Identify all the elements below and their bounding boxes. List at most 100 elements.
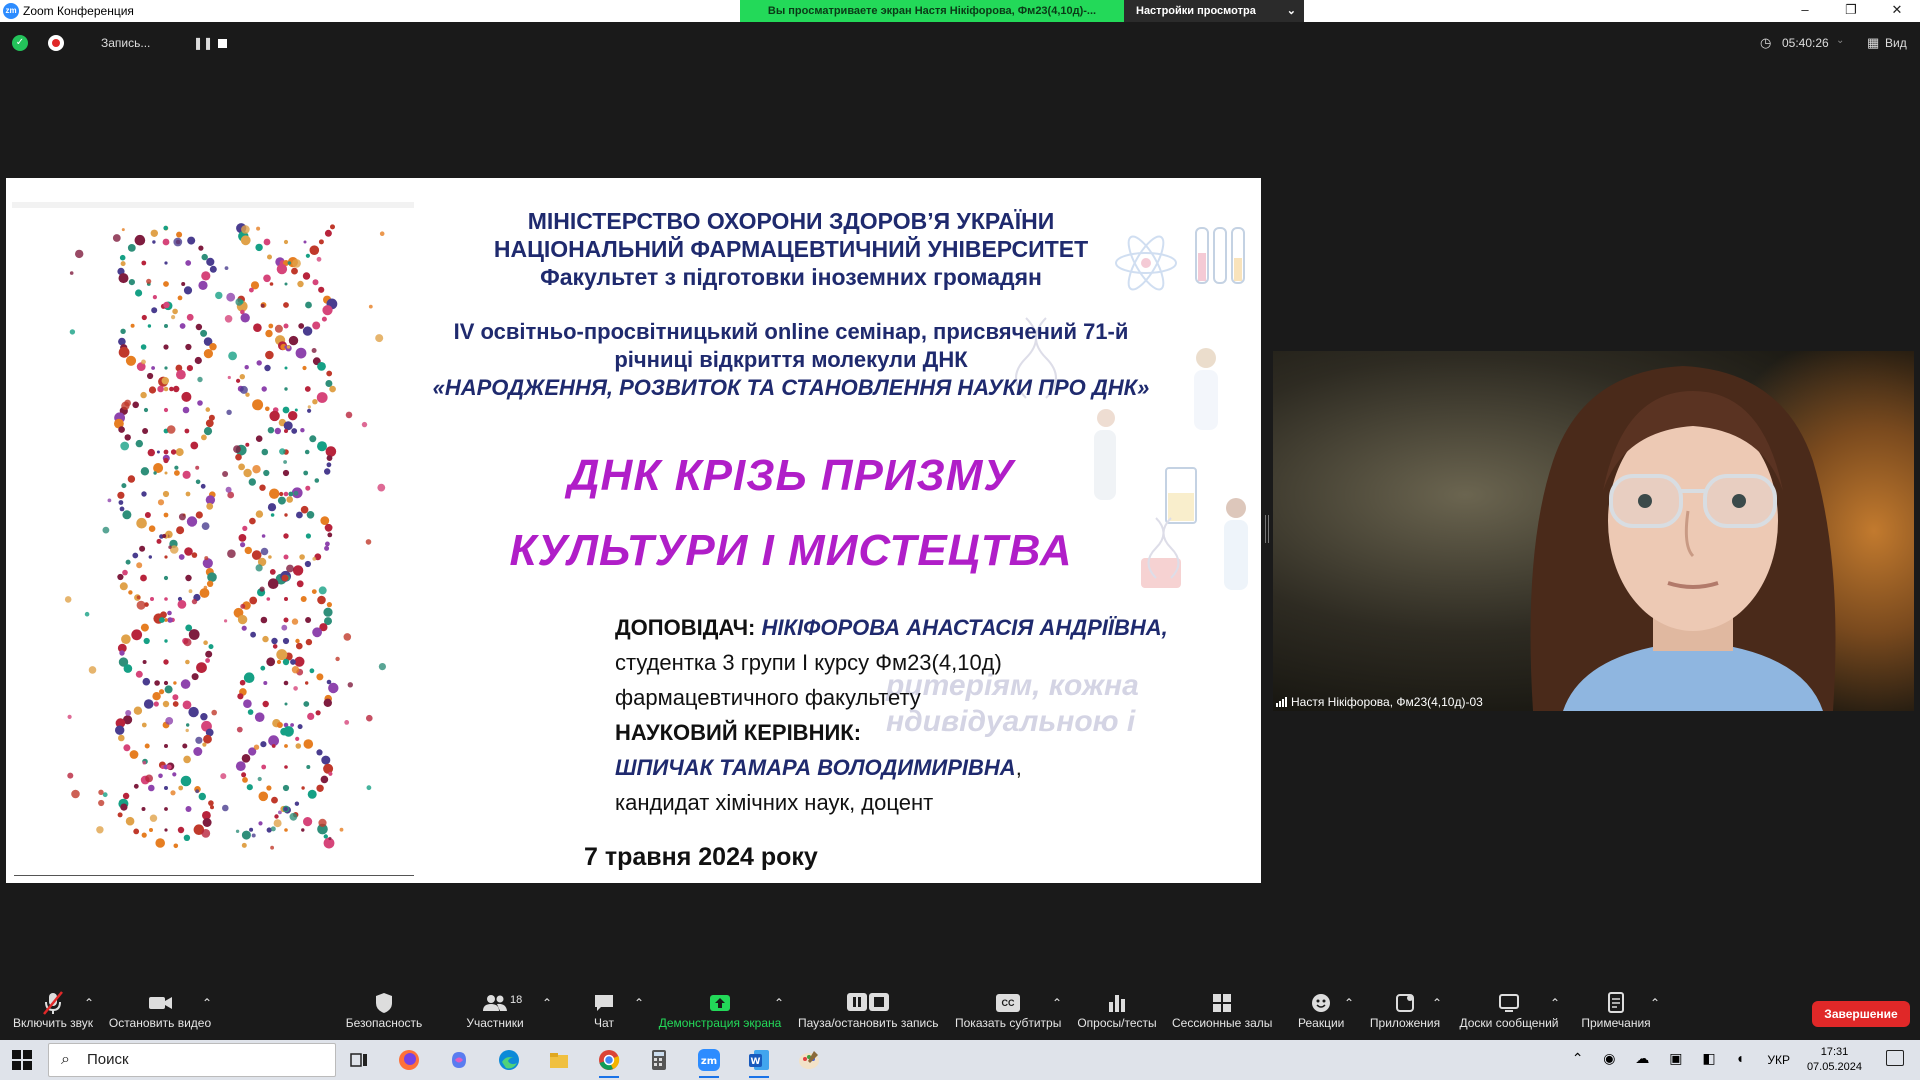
dna-dot — [276, 722, 283, 728]
dna-dot — [167, 617, 173, 623]
dna-dot — [222, 804, 229, 812]
chat-options-caret[interactable]: ⌃ — [634, 996, 644, 1010]
share-options-caret[interactable]: ⌃ — [774, 996, 784, 1010]
dna-dot — [178, 785, 184, 791]
video-options-caret[interactable]: ⌃ — [202, 996, 212, 1010]
dna-dot — [164, 807, 168, 811]
chat-button[interactable]: Чат — [586, 990, 622, 1030]
dna-dot — [163, 512, 169, 518]
dna-dot — [326, 602, 332, 608]
calculator-icon[interactable] — [646, 1047, 672, 1073]
dna-dot — [259, 586, 265, 592]
stop-recording-icon[interactable] — [218, 39, 227, 48]
windows-start-icon[interactable] — [12, 1050, 32, 1070]
reactions-button[interactable]: Реакции — [1298, 990, 1344, 1030]
dna-dot — [260, 616, 268, 624]
polls-chart-icon — [1109, 995, 1125, 1012]
dna-dot — [265, 406, 270, 412]
firefox-icon[interactable] — [396, 1047, 422, 1073]
audio-options-caret[interactable]: ⌃ — [84, 996, 94, 1010]
dna-dot — [172, 701, 179, 707]
dna-dot — [249, 827, 254, 832]
security-button[interactable]: Безопасность — [344, 990, 424, 1030]
taskbar-search-box[interactable]: ⌕ Поиск — [48, 1043, 336, 1077]
chat-bubble-icon — [595, 995, 613, 1011]
restore-button[interactable]: ❐ — [1828, 0, 1874, 22]
apps-options-caret[interactable]: ⌃ — [1432, 996, 1442, 1010]
dna-dot — [290, 723, 294, 727]
shield-check-icon[interactable]: ✓ — [12, 35, 28, 51]
dna-dot — [294, 801, 300, 806]
dna-dot — [271, 637, 278, 645]
dna-dot — [328, 682, 339, 694]
whiteboards-options-caret[interactable]: ⌃ — [1550, 996, 1560, 1010]
dna-dot — [305, 681, 309, 685]
dna-dot — [344, 720, 350, 725]
notifications-icon[interactable] — [1886, 1050, 1904, 1066]
whiteboards-button[interactable]: Доски сообщений — [1456, 990, 1562, 1030]
dna-dot — [185, 806, 192, 812]
pause-recording-icon[interactable]: ❚❚ — [193, 36, 213, 50]
dna-dot — [124, 434, 131, 441]
view-button[interactable]: Вид — [1885, 36, 1907, 50]
zoom-icon[interactable]: zm — [696, 1047, 722, 1078]
dna-dot — [136, 600, 146, 610]
minimize-button[interactable]: – — [1782, 0, 1828, 22]
end-meeting-button[interactable]: Завершение — [1812, 1001, 1910, 1027]
dna-dot — [307, 408, 312, 413]
chrome-icon[interactable] — [596, 1047, 622, 1078]
breakout-rooms-button[interactable]: Сессионные залы — [1172, 990, 1272, 1030]
paint-icon[interactable] — [796, 1047, 822, 1073]
dna-dot — [185, 728, 189, 733]
view-layout-icon[interactable]: ▦ — [1867, 35, 1879, 51]
supervisor-name: ШПИЧАК ТАМАРА ВОЛОДИМИРІВНА — [615, 755, 1016, 780]
share-screen-button[interactable]: Демонстрация экрана — [658, 990, 782, 1030]
dna-dot — [120, 441, 130, 451]
dna-dot — [84, 611, 90, 617]
apps-button[interactable]: Приложения — [1368, 990, 1442, 1030]
notes-button[interactable]: Примечания — [1578, 990, 1654, 1030]
dna-dot — [251, 833, 256, 838]
view-options-button[interactable]: Настройки просмотра ⌄ — [1124, 0, 1304, 22]
captions-label: Показать субтитры — [955, 1016, 1062, 1030]
dna-dot — [164, 639, 168, 643]
participant-video-tile[interactable]: Настя Нікіфорова, Фм23(4,10д)-03 — [1273, 351, 1914, 711]
supervisor-name-line: ШПИЧАК ТАМАРА ВОЛОДИМИРІВНА, — [615, 755, 1022, 781]
dna-dot — [323, 698, 332, 707]
pause-stop-recording-button[interactable]: Пауза/остановить запись — [798, 990, 938, 1030]
panel-splitter-handle[interactable] — [1265, 515, 1269, 543]
dna-dot — [260, 303, 265, 308]
dna-dot — [289, 812, 298, 821]
participants-options-caret[interactable]: ⌃ — [542, 996, 552, 1010]
dna-dot — [206, 502, 214, 510]
dna-dot — [190, 441, 199, 450]
recording-indicator-icon — [48, 35, 64, 51]
dna-dot — [215, 291, 223, 300]
reactions-options-caret[interactable]: ⌃ — [1344, 996, 1354, 1010]
dna-dot — [120, 803, 128, 811]
word-icon[interactable]: W — [746, 1047, 772, 1078]
timer-dropdown-icon[interactable]: ⌄ — [1836, 35, 1844, 46]
dna-dot — [316, 784, 324, 792]
dna-dot — [307, 405, 311, 409]
edge-icon[interactable] — [496, 1047, 522, 1073]
dna-dot — [121, 634, 131, 644]
captions-button[interactable]: CC Показать субтитры — [955, 990, 1061, 1030]
captions-options-caret[interactable]: ⌃ — [1052, 996, 1062, 1010]
dna-dot — [249, 596, 258, 605]
task-view-icon[interactable] — [346, 1047, 372, 1073]
system-tray-icons[interactable]: ⌃ ◉ ☁ ▣ ◧ ◖ — [1572, 1050, 1752, 1067]
close-button[interactable]: ✕ — [1874, 0, 1920, 22]
polls-label: Опросы/тесты — [1077, 1016, 1157, 1030]
polls-button[interactable]: Опросы/тесты — [1076, 990, 1158, 1030]
stop-video-button[interactable]: Остановить видео — [108, 990, 212, 1030]
file-explorer-icon[interactable] — [546, 1047, 572, 1073]
copilot-icon[interactable] — [446, 1047, 472, 1073]
dna-dot — [135, 670, 143, 678]
notes-options-caret[interactable]: ⌃ — [1650, 996, 1660, 1010]
input-language-indicator[interactable]: УКР — [1767, 1053, 1790, 1067]
dna-dot — [290, 659, 296, 665]
dna-dot — [133, 706, 143, 715]
taskbar-clock[interactable]: 17:31 07.05.2024 — [1807, 1045, 1862, 1075]
dna-dot — [311, 589, 317, 594]
